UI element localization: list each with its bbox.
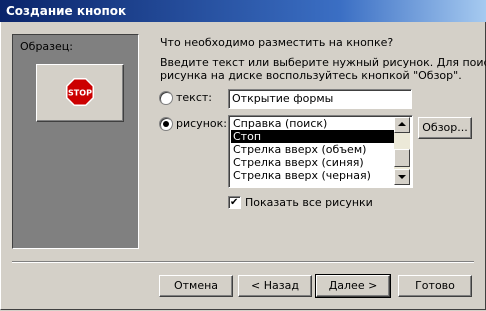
picture-list-item[interactable]: Справка (поиск) xyxy=(231,117,395,130)
browse-button[interactable]: Обзор... xyxy=(418,117,472,139)
cancel-button[interactable]: Отмена xyxy=(159,275,233,297)
scroll-up-button[interactable] xyxy=(394,117,410,133)
preview-button: STOP xyxy=(36,64,124,122)
instruction-line-2: рисунка на диске воспользуйтесь кнопкой … xyxy=(160,69,462,82)
question-text: Что необходимо разместить на кнопке? xyxy=(160,36,394,49)
stop-sign-icon: STOP xyxy=(66,78,94,106)
arrow-up-icon xyxy=(398,122,406,126)
scroll-thumb[interactable] xyxy=(394,149,410,167)
list-scrollbar[interactable] xyxy=(394,117,410,185)
check-mark-icon: ✔ xyxy=(230,197,239,208)
text-radio[interactable] xyxy=(159,91,173,105)
stop-sign-text: STOP xyxy=(68,89,92,98)
arrow-down-icon xyxy=(398,175,406,179)
next-button[interactable]: Далее > xyxy=(315,274,391,298)
footer-separator xyxy=(12,261,474,263)
picture-list-item[interactable]: Стрелка вверх (синяя) xyxy=(231,156,395,169)
picture-listbox[interactable]: Справка (поиск) Стоп Стрелка вверх (объе… xyxy=(228,115,413,188)
button-text-input[interactable]: Открытие формы xyxy=(228,89,412,109)
back-button[interactable]: < Назад xyxy=(238,275,312,297)
window-title: Создание кнопок xyxy=(6,4,127,18)
preview-label: Образец: xyxy=(20,40,73,53)
picture-list-item[interactable]: Стрелка вверх (черная) xyxy=(231,169,395,182)
button-text-value: Открытие формы xyxy=(232,92,334,105)
text-radio-label[interactable]: текст: xyxy=(176,91,212,104)
show-all-label[interactable]: Показать все рисунки xyxy=(245,196,373,209)
picture-radio-label[interactable]: рисунок: xyxy=(176,117,227,130)
picture-radio[interactable] xyxy=(159,117,173,131)
finish-button[interactable]: Готово xyxy=(398,275,472,297)
scroll-down-button[interactable] xyxy=(394,169,410,185)
title-bar[interactable]: Создание кнопок xyxy=(0,0,486,22)
picture-list-item-selected[interactable]: Стоп xyxy=(231,130,395,143)
picture-radio-dot xyxy=(163,121,169,127)
instruction-line-1: Введите текст или выберите нужный рисуно… xyxy=(160,56,486,69)
show-all-checkbox[interactable]: ✔ xyxy=(228,196,241,209)
picture-list-item[interactable]: Стрелка вверх (объем) xyxy=(231,143,395,156)
